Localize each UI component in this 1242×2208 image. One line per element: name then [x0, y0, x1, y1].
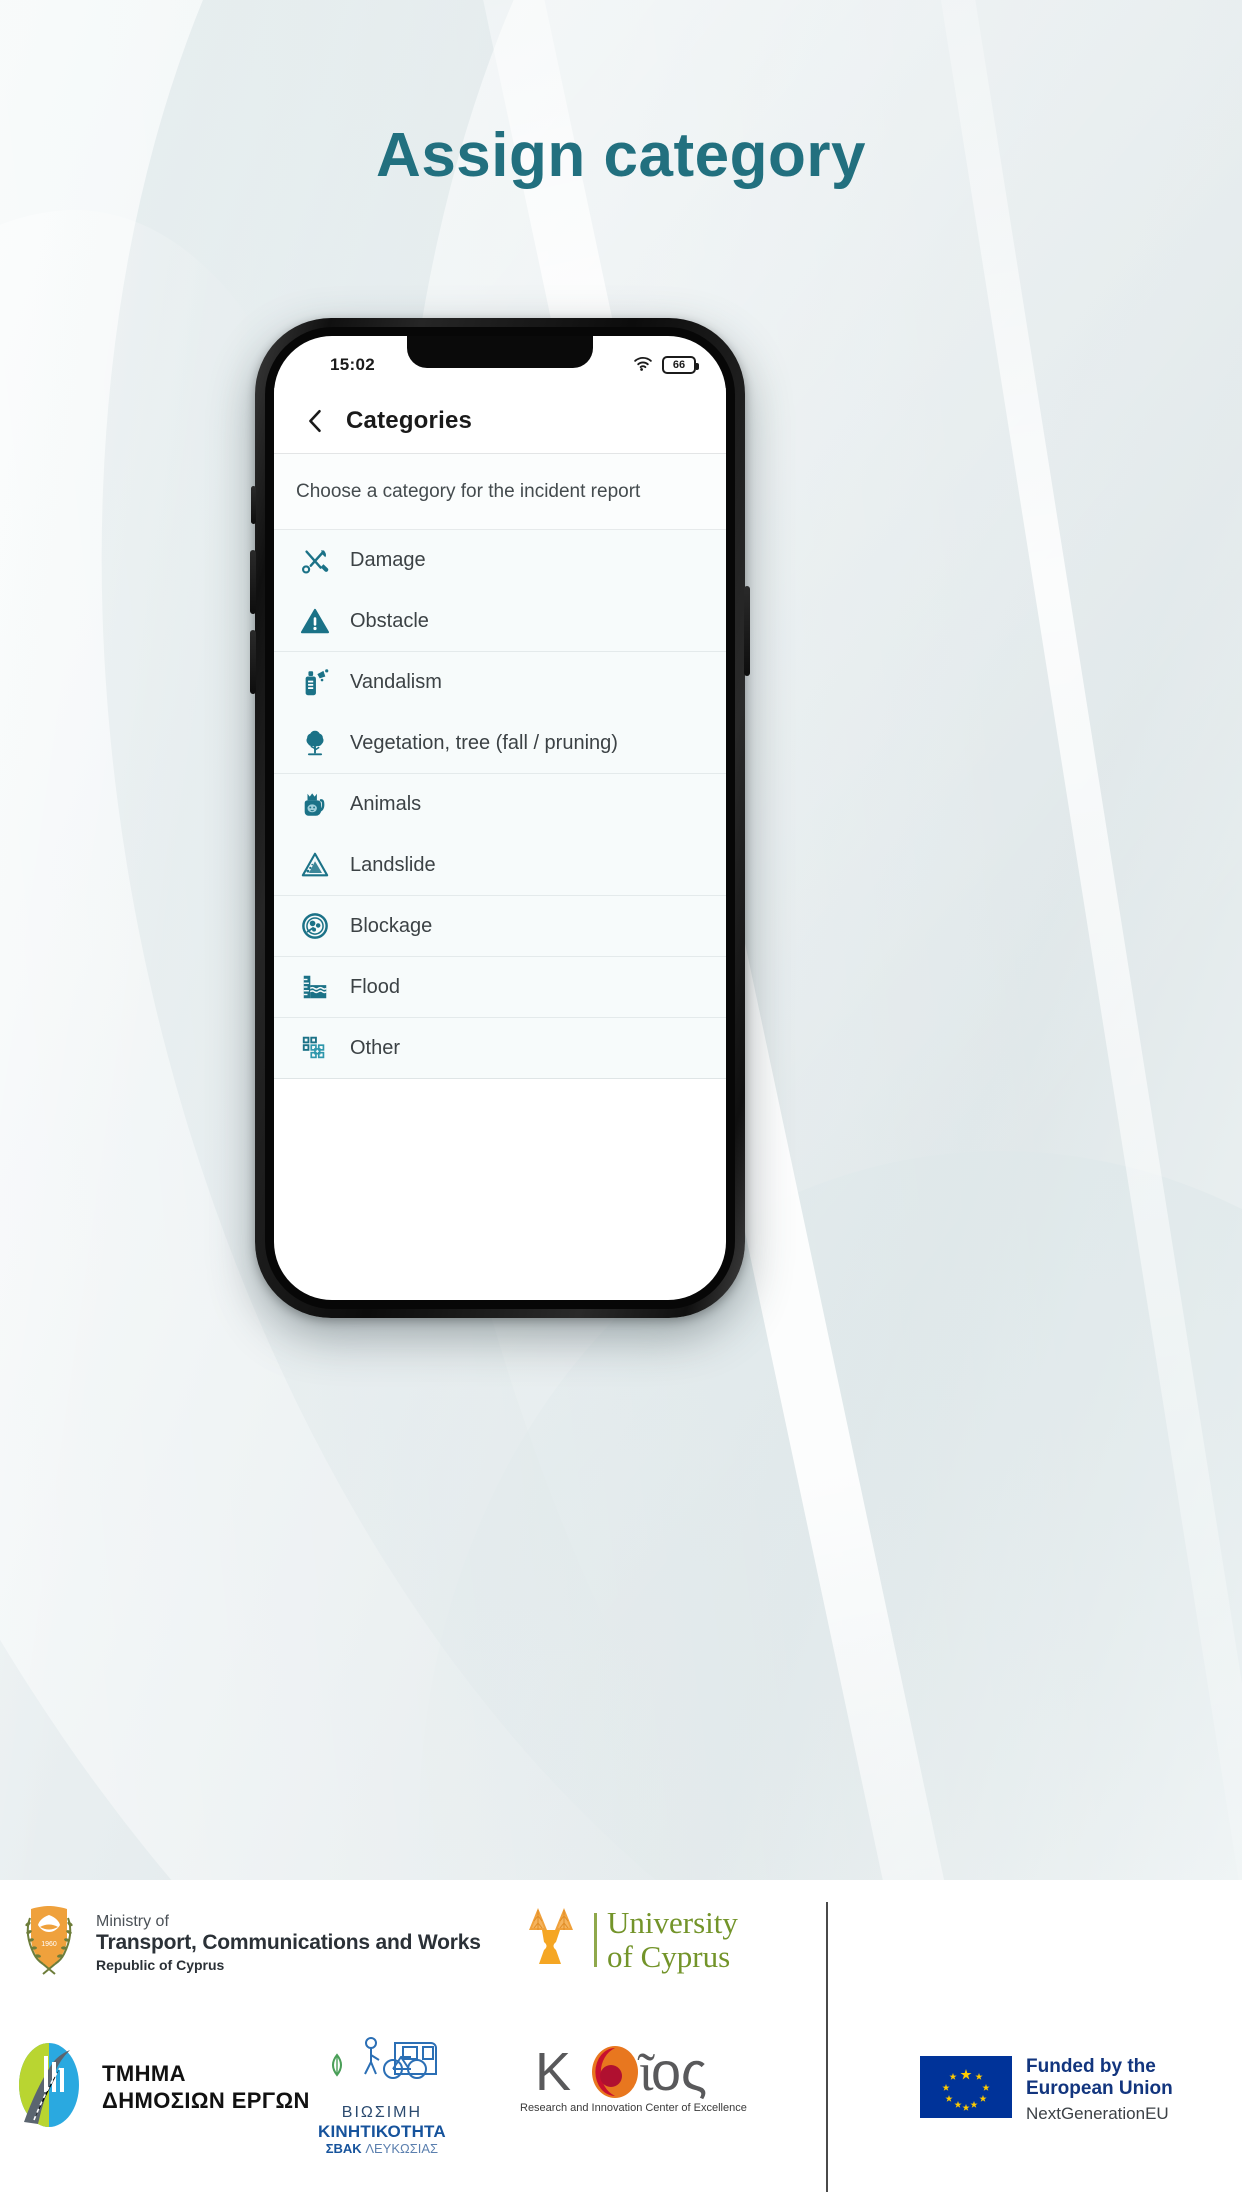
university-line-1: University	[607, 1905, 738, 1941]
svak-text: ΒΙΩΣΙΜΗ ΚΙΝΗΤΙΚΟΤΗΤΑ ΣΒΑΚ ΛΕΥΚΩΣΙΑΣ	[318, 2104, 446, 2157]
svg-text:ος: ος	[651, 2042, 707, 2102]
list-subtitle: Choose a category for the incident repor…	[274, 454, 726, 530]
eu-line-3: NextGenerationEU	[1026, 2103, 1169, 2123]
category-item-damage[interactable]: Damage	[274, 530, 726, 591]
chevron-left-icon	[309, 409, 321, 432]
category-label: Animals	[350, 793, 422, 815]
phone-volume-up-button[interactable]	[250, 550, 256, 614]
tree-icon	[296, 724, 334, 762]
category-label: Landslide	[350, 853, 436, 876]
svak-line-3: ΣΒΑΚ ΛΕΥΚΩΣΙΑΣ	[318, 2140, 446, 2157]
svg-text:Κ: Κ	[535, 2042, 571, 2102]
ministry-text: Ministry of Transport, Communications an…	[96, 1913, 481, 1973]
status-bar-time: 15:02	[330, 355, 375, 374]
category-item-other[interactable]: Other	[274, 1018, 726, 1079]
category-item-flood[interactable]: Flood	[274, 957, 726, 1018]
ministry-line-1: Ministry of	[96, 1913, 169, 1931]
public-works-line-2: ΔΗΜΟΣΙΩΝ ΕΡΓΩΝ	[102, 2087, 310, 2113]
phone-silent-switch[interactable]	[251, 486, 256, 524]
category-label: Other	[350, 1036, 401, 1059]
category-item-landslide[interactable]: Landslide	[274, 835, 726, 896]
category-label: Damage	[350, 549, 426, 571]
phone-power-button[interactable]	[744, 586, 750, 676]
spray-can-icon	[296, 664, 334, 702]
phone-mockup: 15:02 66 Categories Choose a category fo…	[250, 318, 750, 1318]
eu-flag-icon	[920, 2056, 1012, 2123]
sustainable-mobility-logo-icon	[319, 2035, 445, 2102]
drain-blockage-icon	[296, 907, 334, 945]
phone-volume-down-button[interactable]	[250, 630, 256, 694]
ministry-line-3: Republic of Cyprus	[96, 1956, 225, 1973]
wifi-icon	[632, 355, 654, 376]
public-works-logo-block: ΤΜΗΜΑ ΔΗΜΟΣΙΩΝ ΕΡΓΩΝ	[10, 2040, 310, 2135]
category-label: Vandalism	[350, 671, 442, 693]
svg-text:1960: 1960	[41, 1941, 57, 1948]
status-bar: 15:02 66	[274, 336, 726, 388]
university-line-2: of Cyprus	[607, 1938, 731, 1974]
status-bar-indicators: 66	[632, 355, 699, 376]
category-item-obstacle[interactable]: Obstacle	[274, 591, 726, 652]
public-works-logo-icon	[10, 2040, 88, 2135]
cat-icon	[296, 786, 334, 824]
flood-gauge-icon	[296, 968, 334, 1006]
eu-line-2: European Union	[1026, 2078, 1173, 2100]
ministry-logo-block: 1960 Ministry of Transport, Communicatio…	[18, 1902, 481, 1985]
battery-level-label: 66	[672, 359, 686, 371]
kios-tagline: Research and Innovation Center of Excell…	[520, 2102, 747, 2114]
category-label: Obstacle	[350, 609, 429, 632]
public-works-text: ΤΜΗΜΑ ΔΗΜΟΣΙΩΝ ΕΡΓΩΝ	[102, 2061, 310, 2114]
category-item-vandalism[interactable]: Vandalism	[274, 652, 726, 713]
grid-squares-icon	[296, 1029, 334, 1067]
svak-line-1: ΒΙΩΣΙΜΗ	[341, 2104, 423, 2121]
university-text: University of Cyprus	[607, 1906, 738, 1973]
category-label: Vegetation, tree (fall / pruning)	[350, 731, 618, 754]
eu-funding-block: Funded by the European Union NextGenerat…	[920, 2056, 1173, 2124]
warning-triangle-icon	[296, 602, 334, 640]
background-highlight-line-2	[902, 0, 1242, 1880]
cyprus-coat-of-arms-icon: 1960	[18, 1902, 80, 1985]
phone-screen: 15:02 66 Categories Choose a category fo…	[274, 336, 726, 1300]
university-logo-divider	[594, 1912, 597, 1967]
eu-text: Funded by the European Union NextGenerat…	[1026, 2056, 1173, 2124]
category-label: Blockage	[350, 914, 433, 937]
back-button[interactable]	[298, 404, 332, 438]
app-bar-title: Categories	[346, 406, 473, 434]
category-label: Flood	[350, 975, 401, 998]
eu-line-1: Funded by the	[1026, 2056, 1156, 2077]
tools-icon	[296, 542, 334, 580]
page-title: Assign category	[376, 121, 866, 190]
ucy-tree-logo-icon	[520, 1904, 582, 1975]
university-logo-block: University of Cyprus	[520, 1904, 738, 1975]
battery-icon: 66	[662, 356, 699, 374]
footer-logos: 1960 Ministry of Transport, Communicatio…	[0, 1880, 1242, 2208]
kios-logo-block: Κ ῖ ος Research and Innovation Center of…	[520, 2040, 747, 2114]
svak-line-3b: ΛΕΥΚΩΣΙΑΣ	[365, 2140, 439, 2156]
svak-logo-block: ΒΙΩΣΙΜΗ ΚΙΝΗΤΙΚΟΤΗΤΑ ΣΒΑΚ ΛΕΥΚΩΣΙΑΣ	[318, 2035, 446, 2157]
footer-vertical-divider	[826, 1902, 828, 2192]
category-item-vegetation[interactable]: Vegetation, tree (fall / pruning)	[274, 713, 726, 774]
public-works-line-1: ΤΜΗΜΑ	[102, 2061, 186, 2087]
category-item-blockage[interactable]: Blockage	[274, 896, 726, 957]
landslide-sign-icon	[296, 846, 334, 884]
app-bar: Categories	[274, 388, 726, 454]
ministry-line-2: Transport, Communications and Works	[96, 1931, 481, 1955]
kios-logo-icon: Κ ῖ ος	[535, 2042, 707, 2102]
category-item-animals[interactable]: Animals	[274, 774, 726, 835]
category-list: Damage Obstacle Vandalism Vegetation, tr…	[274, 530, 726, 1079]
svak-line-2: ΚΙΝΗΤΙΚΟΤΗΤΑ	[318, 2122, 446, 2142]
svak-line-3a: ΣΒΑΚ	[325, 2140, 362, 2156]
